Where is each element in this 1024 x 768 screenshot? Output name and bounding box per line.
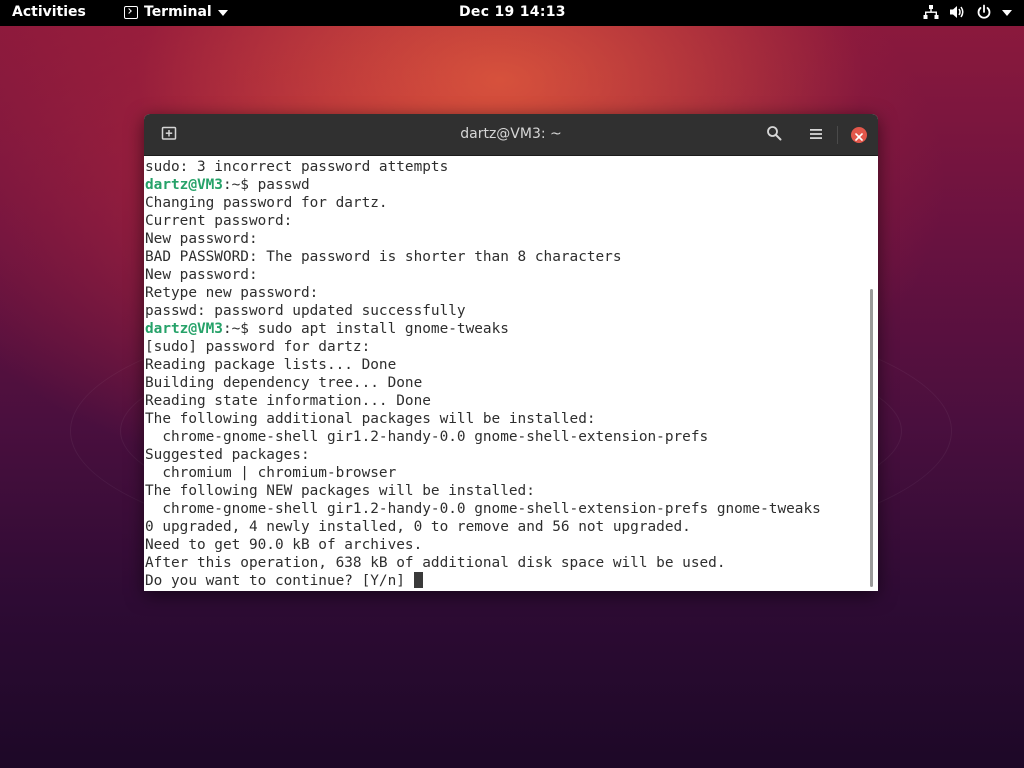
headerbar-separator bbox=[837, 126, 838, 144]
terminal-line-text: New password: bbox=[145, 267, 258, 283]
terminal-line: chrome-gnome-shell gir1.2-handy-0.0 gnom… bbox=[145, 428, 864, 446]
terminal-line-text: After this operation, 638 kB of addition… bbox=[145, 555, 726, 571]
terminal-line-text: 0 upgraded, 4 newly installed, 0 to remo… bbox=[145, 519, 691, 535]
terminal-line-text: Reading state information... Done bbox=[145, 393, 431, 409]
terminal-line-text: The following additional packages will b… bbox=[145, 411, 596, 427]
terminal-line-text: chrome-gnome-shell gir1.2-handy-0.0 gnom… bbox=[145, 429, 709, 445]
menu-button[interactable] bbox=[805, 124, 827, 146]
terminal-line-text: Reading package lists... Done bbox=[145, 357, 397, 373]
shell-prompt: dartz@VM3 bbox=[145, 177, 223, 193]
terminal-line: BAD PASSWORD: The password is shorter th… bbox=[145, 248, 864, 266]
terminal-line: [sudo] password for dartz: bbox=[145, 338, 864, 356]
terminal-line: sudo: 3 incorrect password attempts bbox=[145, 158, 864, 176]
terminal-line-text: Building dependency tree... Done bbox=[145, 375, 423, 391]
terminal-line: passwd: password updated successfully bbox=[145, 302, 864, 320]
activities-button[interactable]: Activities bbox=[12, 4, 86, 20]
terminal-line-text: sudo: 3 incorrect password attempts bbox=[145, 159, 449, 175]
terminal-line: New password: bbox=[145, 266, 864, 284]
terminal-line: Changing password for dartz. bbox=[145, 194, 864, 212]
terminal-line: chromium | chromium-browser bbox=[145, 464, 864, 482]
app-menu[interactable]: Terminal bbox=[124, 4, 228, 20]
terminal-line-text: passwd: password updated successfully bbox=[145, 303, 466, 319]
scrollbar-thumb[interactable] bbox=[870, 289, 873, 587]
terminal-line: The following additional packages will b… bbox=[145, 410, 864, 428]
terminal-app-icon bbox=[124, 6, 138, 19]
window-headerbar[interactable]: dartz@VM3: ~ bbox=[144, 114, 878, 156]
terminal-output[interactable]: sudo: 3 incorrect password attempts dartz… bbox=[144, 157, 864, 591]
terminal-line: chrome-gnome-shell gir1.2-handy-0.0 gnom… bbox=[145, 500, 864, 518]
shell-prompt: dartz@VM3 bbox=[145, 321, 223, 337]
terminal-line: dartz@VM3:~$ passwd bbox=[145, 176, 864, 194]
close-icon bbox=[855, 126, 863, 145]
terminal-line-text: BAD PASSWORD: The password is shorter th… bbox=[145, 249, 622, 265]
terminal-line-text: Current password: bbox=[145, 213, 293, 229]
terminal-line-text: chrome-gnome-shell gir1.2-handy-0.0 gnom… bbox=[145, 501, 821, 517]
terminal-line-text: Do you want to continue? [Y/n] bbox=[145, 573, 414, 589]
terminal-line: 0 upgraded, 4 newly installed, 0 to remo… bbox=[145, 518, 864, 536]
terminal-line-text: [sudo] password for dartz: bbox=[145, 339, 371, 355]
search-button[interactable] bbox=[763, 124, 785, 146]
search-icon bbox=[766, 125, 782, 145]
terminal-line-text: Changing password for dartz. bbox=[145, 195, 388, 211]
text-cursor bbox=[413, 572, 423, 588]
terminal-line-text: Suggested packages: bbox=[145, 447, 310, 463]
terminal-line: Do you want to continue? [Y/n] bbox=[145, 572, 864, 590]
terminal-window[interactable]: dartz@VM3: ~ sudo: 3 incorrect password … bbox=[144, 114, 878, 591]
terminal-line: Retype new password: bbox=[145, 284, 864, 302]
terminal-line-text: :~$ passwd bbox=[222, 177, 310, 193]
terminal-line: After this operation, 638 kB of addition… bbox=[145, 554, 864, 572]
terminal-line: Current password: bbox=[145, 212, 864, 230]
clock[interactable]: Dec 19 14:13 bbox=[459, 4, 566, 20]
terminal-line: Building dependency tree... Done bbox=[145, 374, 864, 392]
terminal-line: Reading package lists... Done bbox=[145, 356, 864, 374]
terminal-line: Need to get 90.0 kB of archives. bbox=[145, 536, 864, 554]
terminal-line-text: Retype new password: bbox=[145, 285, 319, 301]
terminal-line-text: :~$ sudo apt install gnome-tweaks bbox=[222, 321, 509, 337]
chevron-down-icon bbox=[1002, 10, 1012, 16]
close-button[interactable] bbox=[851, 127, 867, 143]
terminal-line: Reading state information... Done bbox=[145, 392, 864, 410]
volume-icon bbox=[949, 4, 966, 20]
terminal-line: dartz@VM3:~$ sudo apt install gnome-twea… bbox=[145, 320, 864, 338]
terminal-line-text: The following NEW packages will be insta… bbox=[145, 483, 535, 499]
terminal-line-text: Need to get 90.0 kB of archives. bbox=[145, 537, 423, 553]
top-bar: Activities Terminal Dec 19 14:13 bbox=[0, 0, 1024, 26]
power-icon bbox=[976, 4, 992, 20]
terminal-line-text: New password: bbox=[145, 231, 258, 247]
chevron-down-icon bbox=[217, 10, 228, 16]
terminal-line: The following NEW packages will be insta… bbox=[145, 482, 864, 500]
system-status-menu[interactable] bbox=[923, 4, 1012, 20]
app-menu-label: Terminal bbox=[144, 4, 212, 20]
hamburger-menu-icon bbox=[809, 126, 823, 145]
terminal-line-text: chromium | chromium-browser bbox=[145, 465, 397, 481]
network-icon bbox=[923, 4, 939, 20]
terminal-line: Suggested packages: bbox=[145, 446, 864, 464]
terminal-line: New password: bbox=[145, 230, 864, 248]
